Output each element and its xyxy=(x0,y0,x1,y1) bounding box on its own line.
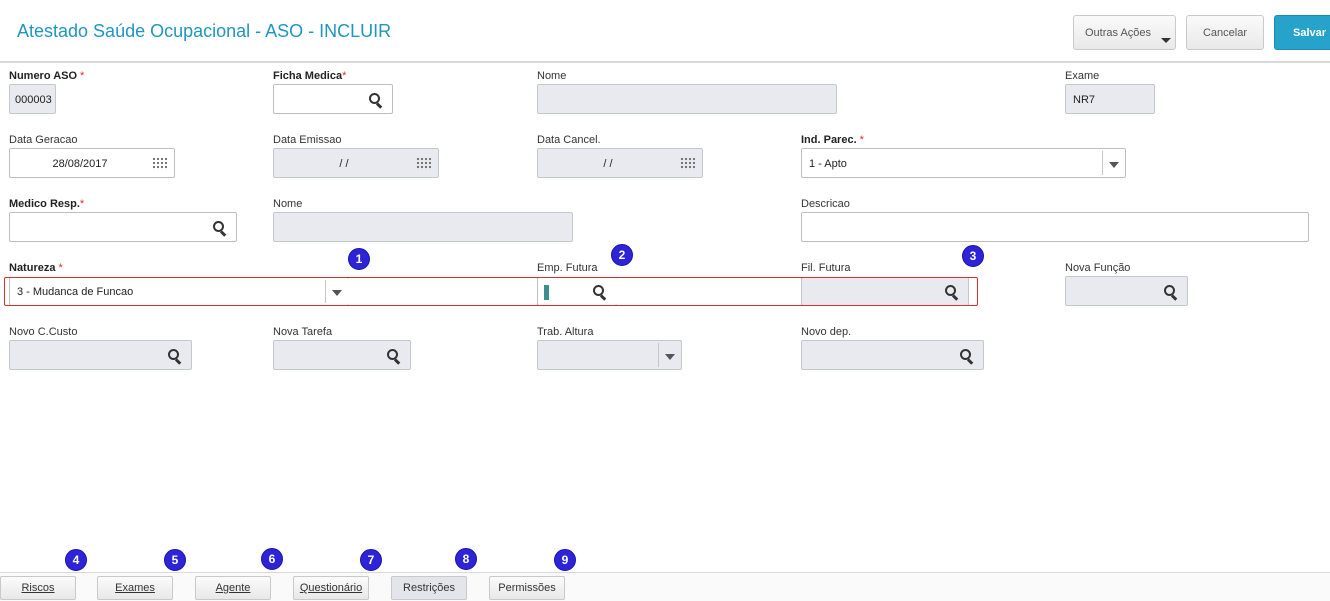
novo-ccusto-field[interactable] xyxy=(9,340,192,370)
search-icon[interactable] xyxy=(945,285,959,299)
ficha-medica-label: Ficha Medica* xyxy=(273,70,347,82)
search-icon[interactable] xyxy=(1164,285,1178,299)
nova-tarefa-label: Nova Tarefa xyxy=(273,326,333,338)
other-actions-label: Outras Ações xyxy=(1085,26,1152,39)
tab-restricoes[interactable]: Restrições xyxy=(391,576,467,600)
nova-tarefa-field[interactable] xyxy=(273,340,411,370)
ind-parec-label: Ind. Parec. * xyxy=(801,134,864,146)
emp-futura-label: Emp. Futura xyxy=(537,262,598,274)
emp-futura-field[interactable] xyxy=(537,277,617,306)
ficha-medica-field[interactable] xyxy=(273,84,393,114)
cancel-button[interactable]: Cancelar xyxy=(1186,15,1264,50)
natureza-label: Natureza * xyxy=(9,262,63,274)
data-geracao-value: 28/08/2017 xyxy=(52,158,108,170)
descricao-field[interactable] xyxy=(801,212,1309,242)
medico-resp-label: Medico Resp.* xyxy=(9,198,85,210)
numero-aso-field[interactable]: 000003 xyxy=(9,84,56,114)
novo-dep-label: Novo dep. xyxy=(801,326,852,338)
nome-field[interactable] xyxy=(537,84,837,114)
tab-questionario[interactable]: Questionário xyxy=(293,576,369,600)
natureza-extra-field[interactable] xyxy=(348,277,538,306)
chevron-down-icon[interactable] xyxy=(332,290,342,296)
natureza-value: 3 - Mudanca de Funcao xyxy=(17,286,134,298)
descricao-label: Descricao xyxy=(801,198,850,210)
text-cursor xyxy=(544,285,549,300)
dropdown-divider xyxy=(658,343,659,367)
natureza-select[interactable]: 3 - Mudanca de Funcao xyxy=(9,277,349,306)
tab-riscos-label: Riscos xyxy=(21,582,55,594)
nome-label: Nome xyxy=(537,70,567,82)
search-icon[interactable] xyxy=(213,221,227,235)
ind-parec-select[interactable]: 1 - Apto xyxy=(801,148,1126,178)
tab-permissoes-label: Permissões xyxy=(498,582,556,594)
data-geracao-field[interactable]: 28/08/2017 xyxy=(9,148,175,178)
badge-4: 4 xyxy=(65,549,87,571)
data-emissao-value: / / xyxy=(339,158,349,170)
badge-5: 5 xyxy=(164,549,186,571)
emp-futura-desc-field[interactable] xyxy=(616,277,802,306)
nova-funcao-field[interactable] xyxy=(1065,276,1188,306)
badge-7: 7 xyxy=(360,549,382,571)
badge-2: 2 xyxy=(611,244,633,266)
save-button[interactable]: Salvar xyxy=(1274,15,1330,50)
novo-ccusto-label: Novo C.Custo xyxy=(9,326,78,338)
trab-altura-select[interactable] xyxy=(537,340,682,370)
tab-restricoes-label: Restrições xyxy=(403,582,455,594)
tab-agente-label: Agente xyxy=(215,582,251,594)
search-icon[interactable] xyxy=(387,349,401,363)
nome-medico-label: Nome xyxy=(273,198,303,210)
data-cancel-value: / / xyxy=(603,158,613,170)
nome-medico-field[interactable] xyxy=(273,212,573,242)
trab-altura-label: Trab. Altura xyxy=(537,326,594,338)
badge-3: 3 xyxy=(962,245,984,267)
fil-futura-field[interactable] xyxy=(801,277,969,306)
data-cancel-label: Data Cancel. xyxy=(537,134,601,146)
tab-agente[interactable]: Agente xyxy=(195,576,271,600)
dropdown-divider xyxy=(1102,151,1103,175)
tab-riscos[interactable]: Riscos xyxy=(0,576,76,600)
tab-permissoes[interactable]: Permissões xyxy=(489,576,565,600)
fil-futura-label: Fil. Futura xyxy=(801,262,851,274)
page-title: Atestado Saúde Ocupacional - ASO - INCLU… xyxy=(17,21,392,41)
numero-aso-label: Numero ASO * xyxy=(9,70,85,82)
exame-value: NR7 xyxy=(1073,94,1096,106)
tab-questionario-label: Questionário xyxy=(299,582,363,594)
header-bar: Atestado Saúde Ocupacional - ASO - INCLU… xyxy=(0,0,1330,63)
calendar-icon[interactable] xyxy=(152,157,167,170)
ind-parec-value: 1 - Apto xyxy=(809,158,847,170)
tab-exames-label: Exames xyxy=(115,582,155,594)
calendar-icon[interactable] xyxy=(680,157,695,170)
dropdown-divider xyxy=(325,280,326,303)
search-icon[interactable] xyxy=(168,349,182,363)
nova-funcao-label: Nova Função xyxy=(1065,262,1131,274)
caret-down-icon xyxy=(1161,38,1171,43)
other-actions-button[interactable]: Outras Ações xyxy=(1073,15,1176,50)
search-icon[interactable] xyxy=(593,285,607,299)
numero-aso-value: 000003 xyxy=(15,94,52,106)
badge-1: 1 xyxy=(348,248,370,270)
search-icon[interactable] xyxy=(369,93,383,107)
badge-9: 9 xyxy=(554,549,576,571)
data-cancel-field[interactable]: / / xyxy=(537,148,703,178)
exame-label: Exame xyxy=(1065,70,1100,82)
novo-dep-field[interactable] xyxy=(801,340,984,370)
chevron-down-icon[interactable] xyxy=(665,354,675,360)
data-emissao-field[interactable]: / / xyxy=(273,148,439,178)
medico-resp-field[interactable] xyxy=(9,212,237,242)
data-geracao-label: Data Geracao xyxy=(9,134,78,146)
tab-exames[interactable]: Exames xyxy=(97,576,173,600)
badge-8: 8 xyxy=(455,548,477,570)
search-icon[interactable] xyxy=(960,349,974,363)
exame-field[interactable]: NR7 xyxy=(1065,84,1155,114)
badge-6: 6 xyxy=(261,548,283,570)
chevron-down-icon[interactable] xyxy=(1109,162,1119,168)
calendar-icon[interactable] xyxy=(416,157,431,170)
data-emissao-label: Data Emissao xyxy=(273,134,342,146)
